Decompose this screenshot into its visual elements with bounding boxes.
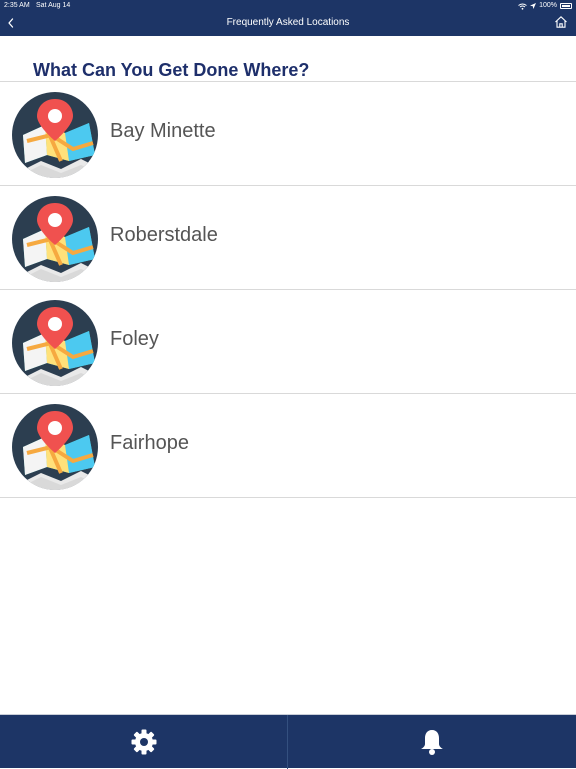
section-heading: What Can You Get Done Where? xyxy=(33,60,310,80)
nav-bar: Frequently Asked Locations xyxy=(0,12,576,36)
status-date: Sat Aug 14 xyxy=(36,2,71,9)
page-title: Frequently Asked Locations xyxy=(226,17,350,28)
status-time: 2:35 AM xyxy=(4,2,30,9)
list-item-label: Roberstdale xyxy=(110,224,218,246)
battery-percent: 100% xyxy=(539,2,557,9)
list-item-label: Fairhope xyxy=(110,432,189,454)
map-pin-icon xyxy=(12,300,98,386)
list-item-roberstdale[interactable]: Roberstdale xyxy=(0,186,576,290)
list-item-label: Foley xyxy=(110,328,159,350)
map-pin-icon xyxy=(12,404,98,490)
wifi-icon xyxy=(518,3,527,10)
bell-icon xyxy=(420,730,443,755)
list-item-fairhope[interactable]: Fairhope xyxy=(0,394,576,498)
tab-notifications[interactable] xyxy=(288,715,575,769)
list-item-label: Bay Minette xyxy=(110,120,216,142)
map-pin-icon xyxy=(12,92,98,178)
list-item-bay-minette[interactable]: Bay Minette xyxy=(0,82,576,186)
locations-list: Bay Minette Roberstdale Foley Fairhope xyxy=(0,82,576,498)
gear-icon xyxy=(131,729,156,755)
location-arrow-icon xyxy=(530,3,537,9)
battery-icon xyxy=(560,3,572,9)
status-indicators: 100% xyxy=(518,0,572,12)
list-item-foley[interactable]: Foley xyxy=(0,290,576,394)
home-icon[interactable] xyxy=(554,15,568,29)
tab-bar xyxy=(0,714,576,769)
status-bar: 2:35 AM Sat Aug 14 100% xyxy=(0,0,576,12)
map-pin-icon xyxy=(12,196,98,282)
tab-settings[interactable] xyxy=(0,715,288,769)
